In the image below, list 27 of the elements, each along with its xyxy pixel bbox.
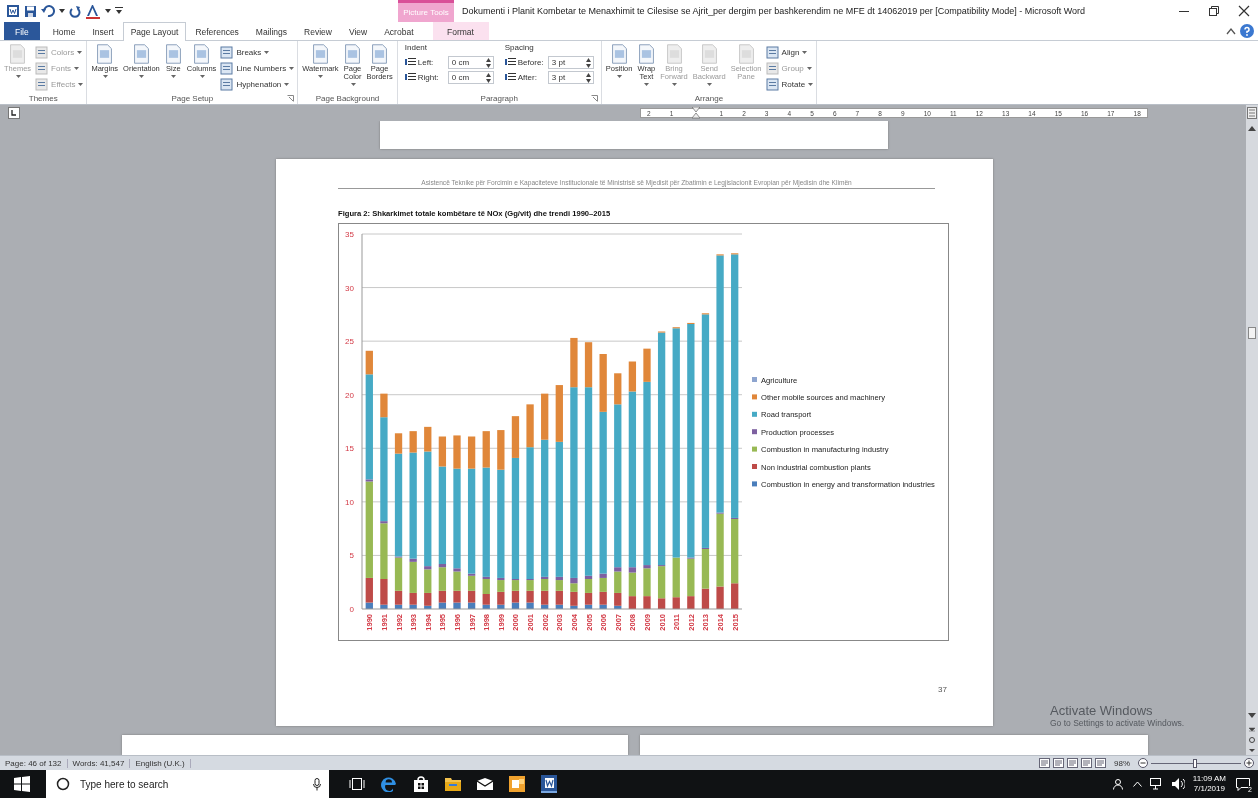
activation-notice-title: Activate Windows <box>1050 703 1154 718</box>
axis-tick-label: 35 <box>345 229 354 239</box>
group-label: Themes <box>28 94 58 103</box>
field-label: After: <box>517 73 538 82</box>
status-item: Words: 41,547 <box>67 758 131 768</box>
status-item: Page: 46 of 132 <box>0 758 68 768</box>
axis-tick-label: 30 <box>345 283 354 293</box>
field-label: Right: <box>417 73 440 82</box>
page-number: 37 <box>938 684 947 694</box>
axis-tick-label: 0 <box>349 604 354 614</box>
activation-notice-text: Go to Settings to activate Windows. <box>1050 718 1185 728</box>
window-title: Dokumenti i Planit Kombetar te Menaxhimit te Cilesise se Ajrit_per dergim per bashkerendim ne MFE dt 14062019 per [Compatibility Mode] - Microsoft Word <box>461 6 1087 16</box>
axis-tick-label: 10 <box>345 497 354 507</box>
status-item: English (U.K.) <box>130 758 191 768</box>
axis-tick-label: 5 <box>349 551 354 561</box>
contextual-tab-header: Picture Tools <box>398 0 454 22</box>
field-label: Before: <box>517 58 545 67</box>
group-label: Arrange <box>694 94 724 103</box>
group-label: Paragraph <box>480 94 518 103</box>
group-label: Page Setup <box>171 94 214 103</box>
group-label: Page Background <box>315 94 380 103</box>
axis-tick-label: 20 <box>345 390 354 400</box>
field-group-heading: Spacing <box>504 43 535 54</box>
axis-tick-label: 15 <box>345 444 354 453</box>
field-label: Left: <box>417 58 435 67</box>
axis-tick-label: 25 <box>345 336 354 346</box>
field-group-heading: Indent <box>404 43 428 54</box>
